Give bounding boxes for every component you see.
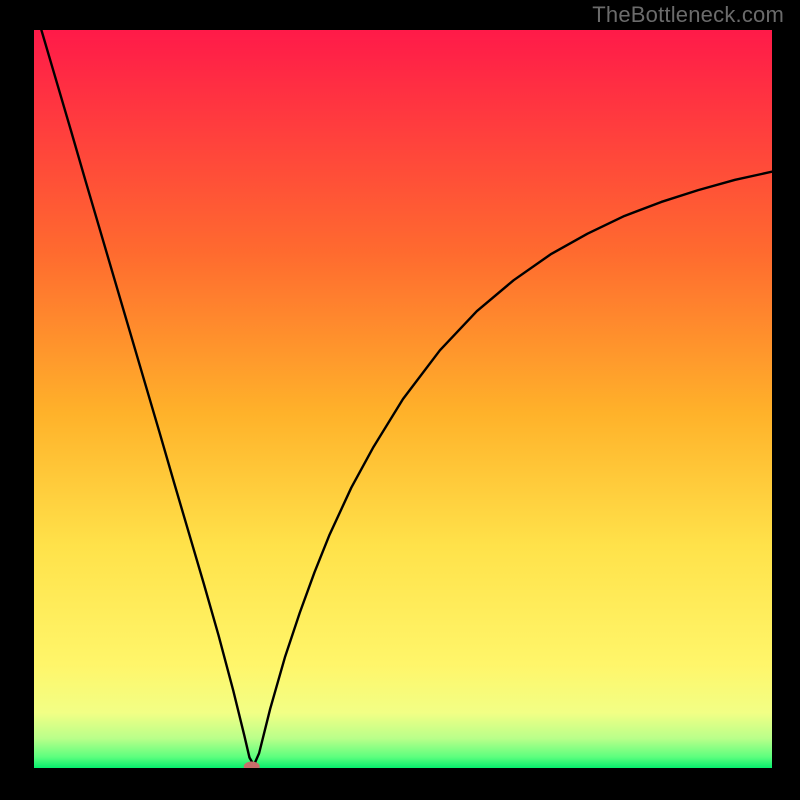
chart-frame: TheBottleneck.com <box>0 0 800 800</box>
chart-svg <box>34 30 772 768</box>
plot-area <box>34 30 772 768</box>
watermark-text: TheBottleneck.com <box>592 2 784 28</box>
